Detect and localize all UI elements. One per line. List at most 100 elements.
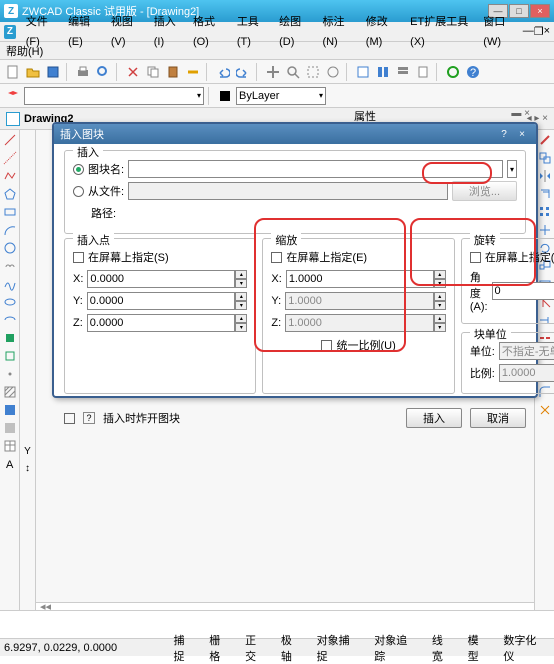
move-icon[interactable] (537, 222, 553, 238)
menu-view[interactable]: 视图(V) (105, 12, 148, 52)
mdi-close-button[interactable]: × (544, 25, 550, 38)
help-icon[interactable]: ? (464, 63, 482, 81)
dialog-help-icon[interactable]: ? (496, 127, 512, 141)
zoom-icon[interactable] (284, 63, 302, 81)
browse-button[interactable]: 浏览... (452, 181, 517, 201)
revcloud-icon[interactable] (2, 258, 18, 274)
copy-icon[interactable] (144, 63, 162, 81)
ip-y-spinner[interactable]: ▴▾ (235, 292, 247, 310)
print-icon[interactable] (74, 63, 92, 81)
blockname-radio[interactable] (73, 164, 84, 175)
spline-icon[interactable] (2, 276, 18, 292)
explode-check[interactable] (64, 413, 75, 424)
arc-icon[interactable] (2, 222, 18, 238)
ellipsearc-icon[interactable] (2, 312, 18, 328)
toolpalette-icon[interactable] (394, 63, 412, 81)
ip-x-spinner[interactable]: ▴▾ (235, 270, 247, 288)
status-osnap[interactable]: 对象捕捉 (314, 632, 364, 664)
paste-icon[interactable] (164, 63, 182, 81)
menu-format[interactable]: 格式(O) (187, 12, 231, 52)
scale-onscreen-check[interactable] (271, 252, 282, 263)
status-ortho[interactable]: 正交 (242, 632, 270, 664)
cut-icon[interactable] (124, 63, 142, 81)
blockname-combo[interactable] (128, 160, 503, 178)
dialog-titlebar[interactable]: 插入图块 ? × (54, 124, 536, 144)
properties-icon[interactable] (354, 63, 372, 81)
pline-icon[interactable] (2, 168, 18, 184)
erase-icon[interactable] (537, 132, 553, 148)
offset-icon[interactable] (537, 186, 553, 202)
menu-et[interactable]: ET扩展工具(X) (404, 12, 477, 52)
status-tablet[interactable]: 数字化仪 (500, 632, 550, 664)
open-icon[interactable] (24, 63, 42, 81)
ip-x-input[interactable] (87, 270, 235, 288)
ok-button[interactable]: 插入 (406, 408, 462, 428)
properties-panel-close[interactable]: ▬ × (511, 108, 530, 119)
line-icon[interactable] (2, 132, 18, 148)
ip-z-input[interactable] (87, 314, 236, 332)
polygon-icon[interactable] (2, 186, 18, 202)
scale-z-spinner[interactable]: ▴▾ (434, 314, 446, 332)
mtext-icon[interactable]: A (2, 456, 18, 472)
gradient-icon[interactable] (2, 402, 18, 418)
explode-icon[interactable] (537, 402, 553, 418)
status-polar[interactable]: 极轴 (278, 632, 306, 664)
hatch-icon[interactable] (2, 384, 18, 400)
menu-window[interactable]: 窗口(W) (477, 12, 522, 52)
close-button[interactable]: × (530, 4, 550, 18)
ellipse-icon[interactable] (2, 294, 18, 310)
refresh-icon[interactable] (444, 63, 462, 81)
circle-icon[interactable] (2, 240, 18, 256)
match-icon[interactable] (184, 63, 202, 81)
menu-tools[interactable]: 工具(T) (231, 12, 273, 52)
dialog-close-icon[interactable]: × (514, 127, 530, 141)
rot-onscreen-check[interactable] (470, 252, 481, 263)
menu-edit[interactable]: 编辑(E) (62, 12, 105, 52)
scale-x-spinner[interactable]: ▴▾ (434, 270, 446, 288)
zoom-prev-icon[interactable] (324, 63, 342, 81)
calc-icon[interactable] (414, 63, 432, 81)
color-dropdown[interactable]: ByLayer▾ (236, 87, 326, 105)
layer-mgr-icon[interactable] (4, 87, 22, 105)
insertblock-icon[interactable] (2, 330, 18, 346)
status-model[interactable]: 模型 (465, 632, 493, 664)
ip-onscreen-check[interactable] (73, 252, 84, 263)
color-swatch-icon[interactable] (216, 87, 234, 105)
menu-draw[interactable]: 绘图(D) (273, 12, 316, 52)
array-icon[interactable] (537, 204, 553, 220)
fromfile-radio[interactable] (73, 186, 84, 197)
menu-modify[interactable]: 修改(M) (360, 12, 404, 52)
save-icon[interactable] (44, 63, 62, 81)
designcenter-icon[interactable] (374, 63, 392, 81)
rect-icon[interactable] (2, 204, 18, 220)
status-grid[interactable]: 栅格 (206, 632, 234, 664)
menu-dim[interactable]: 标注(N) (316, 12, 359, 52)
menu-insert[interactable]: 插入(I) (148, 12, 187, 52)
explode-help-icon[interactable]: ? (83, 412, 95, 424)
fromfile-input[interactable] (128, 182, 448, 200)
uniform-scale-check[interactable] (321, 340, 332, 351)
new-icon[interactable] (4, 63, 22, 81)
ip-y-input[interactable] (87, 292, 236, 310)
layer-dropdown[interactable]: ▾ (24, 87, 204, 105)
pan-icon[interactable] (264, 63, 282, 81)
blockname-dropdown-icon[interactable]: ▾ (507, 160, 517, 178)
cancel-button[interactable]: 取消 (470, 408, 526, 428)
point-icon[interactable] (2, 366, 18, 382)
status-otrack[interactable]: 对象追踪 (371, 632, 421, 664)
mirror-icon[interactable] (537, 168, 553, 184)
status-lwt[interactable]: 线宽 (429, 632, 457, 664)
undo-icon[interactable] (214, 63, 232, 81)
mdi-restore-button[interactable]: ❐ (534, 25, 544, 38)
menu-help[interactable]: 帮助(H) (6, 43, 43, 59)
angle-input[interactable] (492, 282, 554, 300)
scale-x-input[interactable] (286, 270, 434, 288)
mdi-minimize-button[interactable]: — (523, 25, 534, 38)
status-snap[interactable]: 捕捉 (170, 632, 198, 664)
zoom-window-icon[interactable] (304, 63, 322, 81)
copy-mod-icon[interactable] (537, 150, 553, 166)
makeblock-icon[interactable] (2, 348, 18, 364)
ip-z-spinner[interactable]: ▴▾ (235, 314, 247, 332)
preview-icon[interactable] (94, 63, 112, 81)
scale-y-spinner[interactable]: ▴▾ (434, 292, 446, 310)
